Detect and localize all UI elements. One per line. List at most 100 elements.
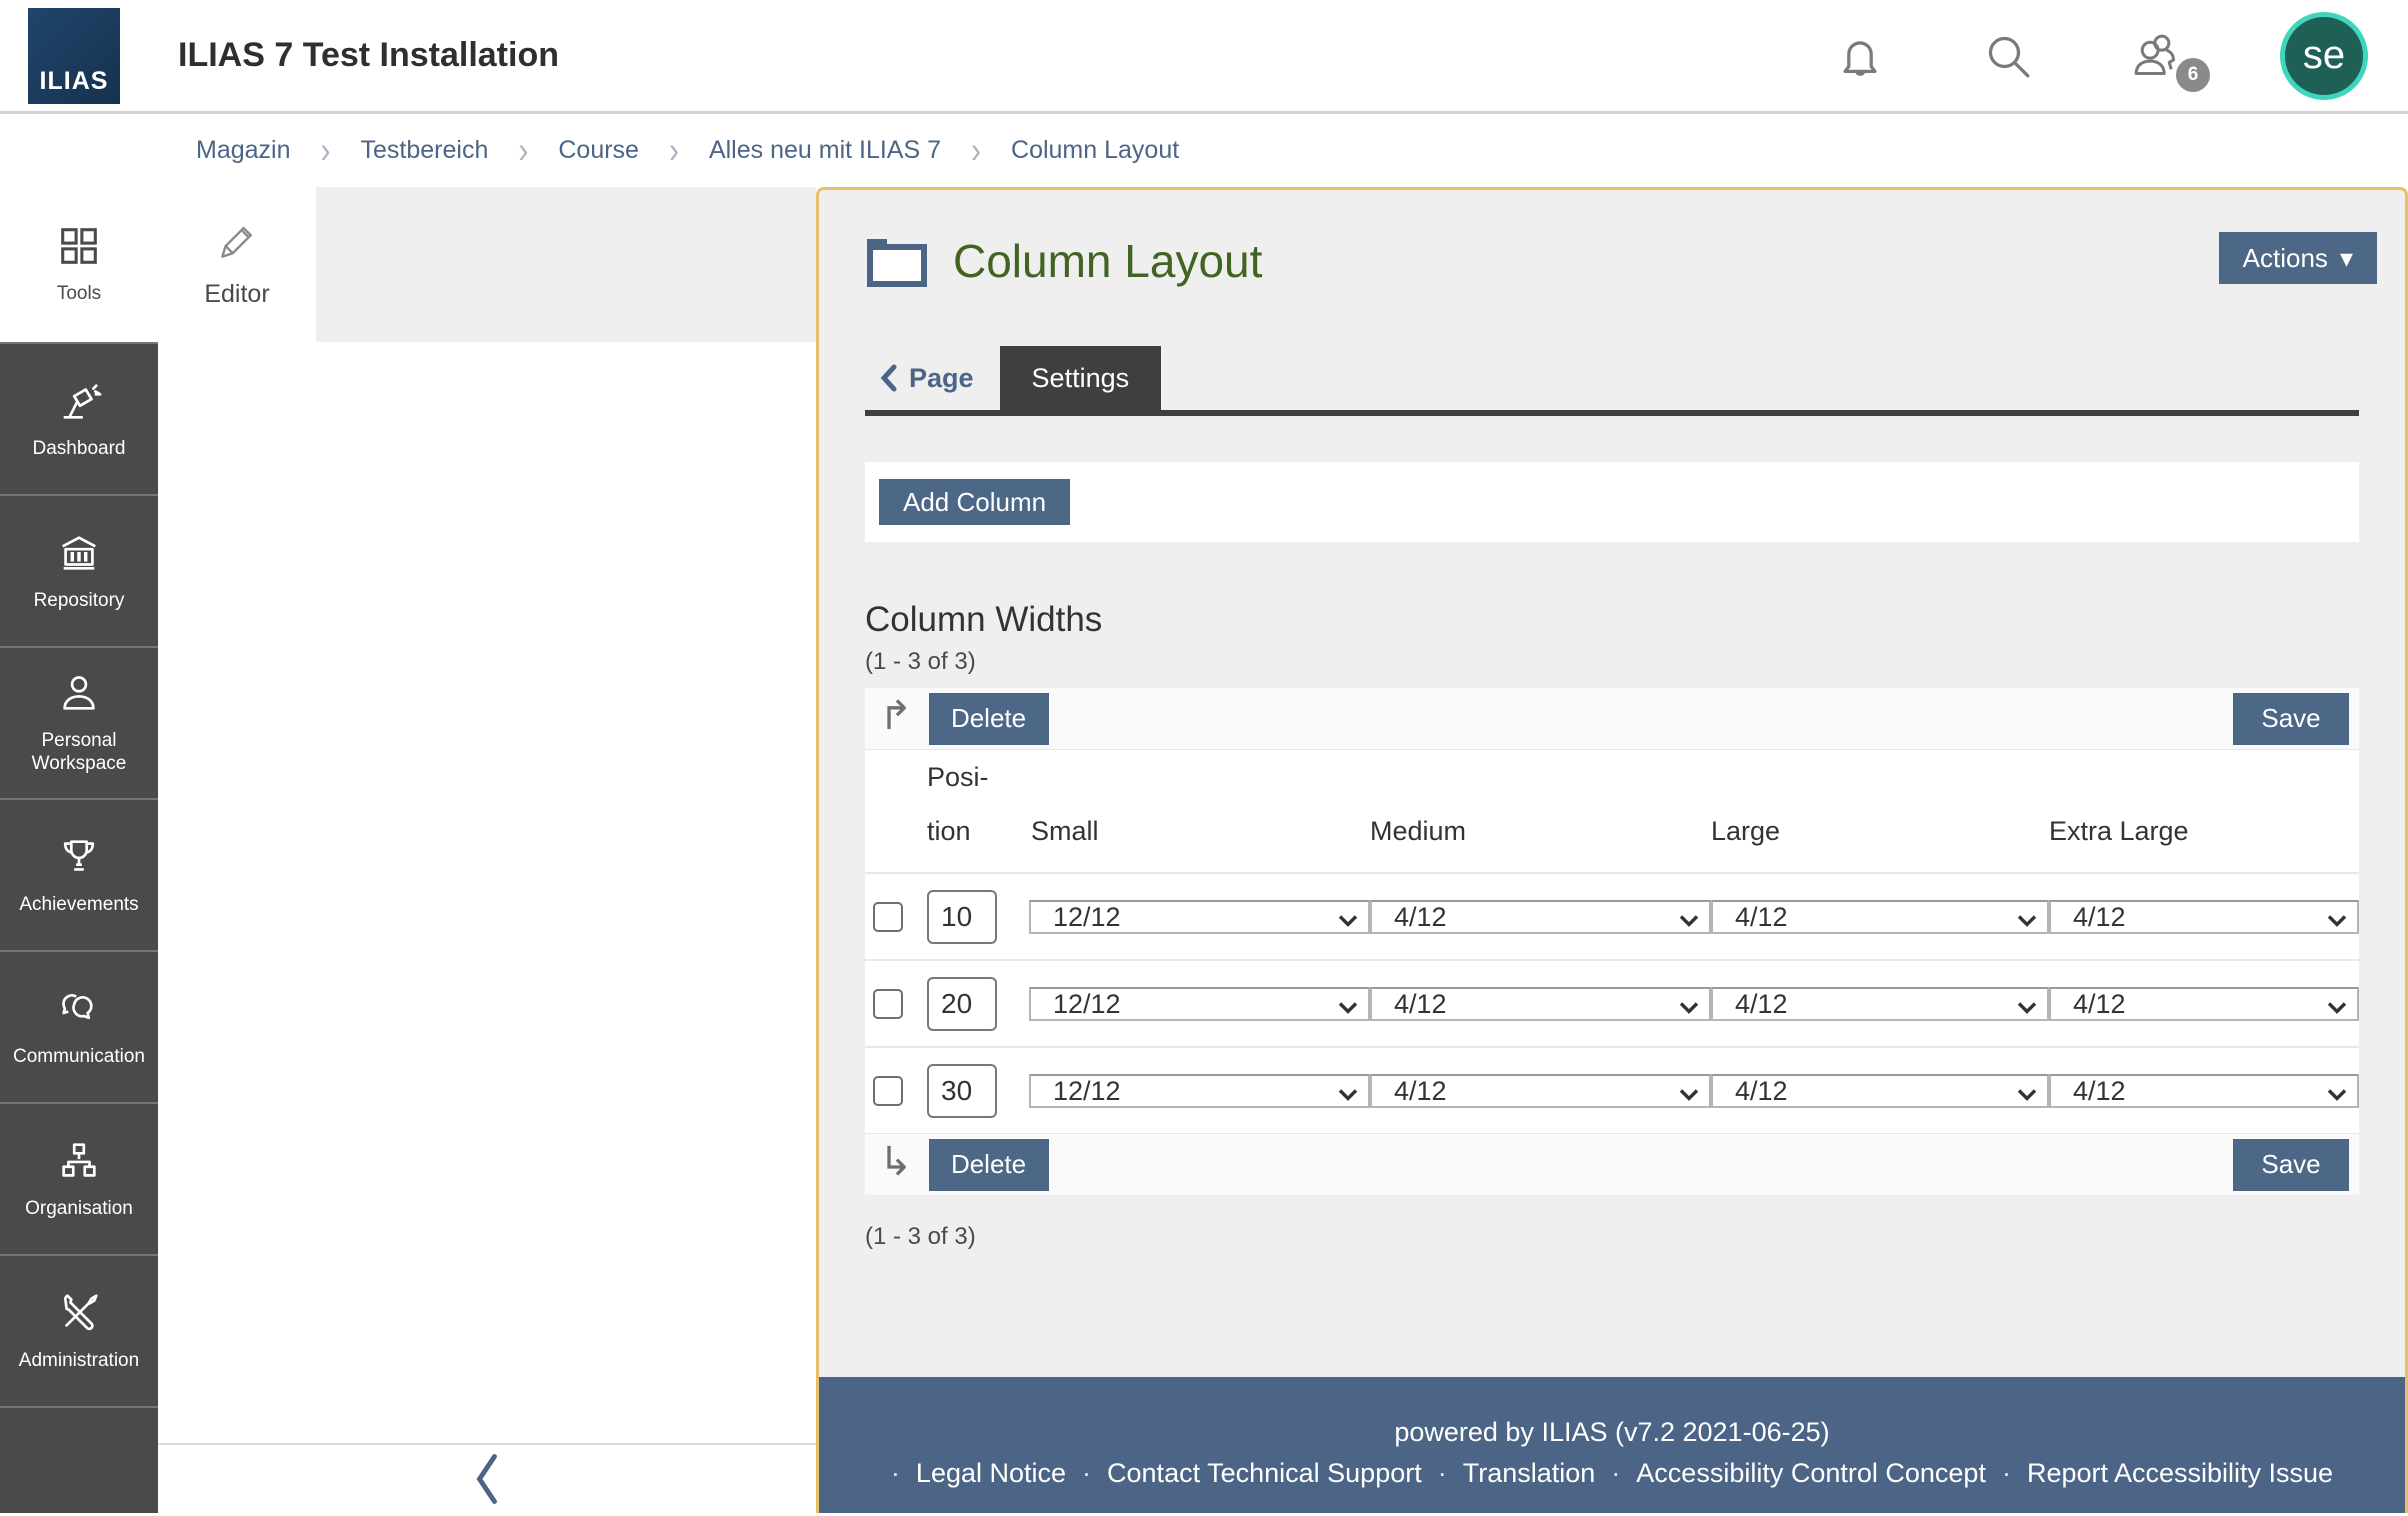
page-footer: powered by ILIAS (v7.2 2021-06-25) · Leg… [819, 1377, 2405, 1513]
column-header-medium: Medium [1370, 804, 1711, 858]
sidebar-item-dashboard[interactable]: Dashboard [0, 342, 158, 494]
header-actions: 6 se [1832, 12, 2368, 100]
chat-bubbles-icon [56, 986, 102, 1032]
tab-settings-label: Settings [1032, 363, 1130, 394]
delete-button-top[interactable]: Delete [929, 693, 1049, 745]
footer-link-translation[interactable]: Translation [1463, 1458, 1596, 1489]
editor-workspace: Editor [158, 187, 816, 1513]
chevron-right-icon: › [669, 129, 679, 172]
avatar-initials: se [2303, 33, 2345, 78]
main-sidebar: Tools Dashboard Repository Personal Work… [0, 187, 158, 1513]
table-row: 12/12 4/12 4/12 4/12 [865, 1046, 2359, 1133]
add-column-section: Add Column [865, 462, 2359, 542]
small-width-select[interactable]: 12/12 [1029, 1074, 1370, 1108]
footer-link-contact-support[interactable]: Contact Technical Support [1107, 1458, 1422, 1489]
sidebar-item-label: Organisation [19, 1198, 139, 1221]
footer-link-accessibility-concept[interactable]: Accessibility Control Concept [1636, 1458, 1986, 1489]
chevron-left-icon [472, 1452, 502, 1506]
breadcrumb: Magazin › Testbereich › Course › Alles n… [0, 114, 2408, 187]
sidebar-item-achievements[interactable]: Achievements [0, 798, 158, 950]
powered-by-text: powered by ILIAS (v7.2 2021-06-25) [819, 1377, 2405, 1448]
sidebar-item-communication[interactable]: Communication [0, 950, 158, 1102]
small-width-select[interactable]: 12/12 [1029, 987, 1370, 1021]
desk-lamp-icon [56, 378, 102, 424]
tab-settings[interactable]: Settings [1000, 346, 1162, 410]
row-checkbox[interactable] [873, 1076, 903, 1106]
user-avatar[interactable]: se [2280, 12, 2368, 100]
sidebar-item-label: Tools [51, 283, 107, 306]
actions-label: Actions [2243, 243, 2328, 274]
arrow-down-right-icon: ↳ [879, 1142, 913, 1182]
medium-width-select[interactable]: 4/12 [1370, 900, 1711, 934]
footer-link-report-accessibility[interactable]: Report Accessibility Issue [2027, 1458, 2333, 1489]
sidebar-item-repository[interactable]: Repository [0, 494, 158, 646]
table-row: 12/12 4/12 4/12 4/12 [865, 872, 2359, 959]
breadcrumb-column-layout[interactable]: Column Layout [1011, 136, 1179, 165]
medium-width-select[interactable]: 4/12 [1370, 987, 1711, 1021]
sidebar-item-label: Repository [28, 590, 131, 613]
collapse-editor-panel-button[interactable] [158, 1443, 816, 1513]
large-width-select[interactable]: 4/12 [1711, 900, 2049, 934]
footer-link-legal-notice[interactable]: Legal Notice [916, 1458, 1066, 1489]
row-checkbox[interactable] [873, 989, 903, 1019]
breadcrumb-alles-neu[interactable]: Alles neu mit ILIAS 7 [709, 136, 941, 165]
extra-large-width-select[interactable]: 4/12 [2049, 987, 2359, 1021]
large-width-select[interactable]: 4/12 [1711, 987, 2049, 1021]
result-range-bottom: (1 - 3 of 3) [865, 1223, 2359, 1251]
editor-tile-label: Editor [204, 280, 269, 309]
table-row: 12/12 4/12 4/12 4/12 [865, 959, 2359, 1046]
page-title-row: Column Layout [865, 234, 2359, 288]
site-title: ILIAS 7 Test Installation [178, 36, 559, 75]
breadcrumb-magazin[interactable]: Magazin [196, 136, 291, 165]
sidebar-item-administration[interactable]: Administration [0, 1254, 158, 1406]
sidebar-item-tools[interactable]: Tools [0, 187, 158, 342]
row-checkbox[interactable] [873, 902, 903, 932]
small-width-select[interactable]: 12/12 [1029, 900, 1370, 934]
extra-large-width-select[interactable]: 4/12 [2049, 900, 2359, 934]
save-button-top[interactable]: Save [2233, 693, 2349, 745]
editor-tool-tile[interactable]: Editor [158, 187, 316, 342]
tab-underline [865, 410, 2359, 416]
breadcrumb-testbereich[interactable]: Testbereich [361, 136, 489, 165]
dot-separator: · [1082, 1458, 1091, 1489]
tab-back-to-page[interactable]: Page [865, 346, 1000, 410]
trophy-icon [56, 834, 102, 880]
sidebar-item-personal-workspace[interactable]: Personal Workspace [0, 646, 158, 798]
chevron-right-icon: › [518, 129, 528, 172]
dot-separator: · [1611, 1458, 1620, 1489]
table-toolbar-bottom: ↳ Delete Save [865, 1133, 2359, 1195]
position-input[interactable] [927, 1064, 997, 1118]
actions-dropdown-button[interactable]: Actions ▾ [2219, 232, 2377, 284]
tab-back-label: Page [909, 363, 974, 394]
pencil-icon [215, 220, 259, 264]
position-input[interactable] [927, 977, 997, 1031]
ilias-logo[interactable]: ILIAS [28, 8, 120, 104]
extra-large-width-select[interactable]: 4/12 [2049, 1074, 2359, 1108]
table-header-row: Posi- tion Small Medium Large Extra Larg… [865, 750, 2359, 872]
column-header-extra-large: Extra Large [2049, 804, 2359, 858]
column-widths-heading: Column Widths [865, 600, 2359, 640]
tab-bar: Page Settings [865, 346, 2359, 410]
panel-content: Column Layout Actions ▾ Page Settings [819, 190, 2405, 1377]
position-input[interactable] [927, 890, 997, 944]
column-layout-object-icon [865, 235, 927, 287]
search-icon[interactable] [1980, 28, 2036, 84]
chevron-left-icon [879, 364, 897, 392]
sidebar-item-label: Administration [13, 1350, 145, 1373]
users-count-badge: 6 [2176, 58, 2210, 92]
delete-button-bottom[interactable]: Delete [929, 1139, 1049, 1191]
online-users-icon[interactable]: 6 [2128, 28, 2184, 84]
page-title: Column Layout [953, 234, 1262, 288]
add-column-button[interactable]: Add Column [879, 479, 1070, 525]
large-width-select[interactable]: 4/12 [1711, 1074, 2049, 1108]
notifications-bell-icon[interactable] [1832, 28, 1888, 84]
chevron-right-icon: › [321, 129, 331, 172]
sidebar-item-organisation[interactable]: Organisation [0, 1102, 158, 1254]
save-button-bottom[interactable]: Save [2233, 1139, 2349, 1191]
content-panel: Column Layout Actions ▾ Page Settings [816, 187, 2408, 1513]
medium-width-select[interactable]: 4/12 [1370, 1074, 1711, 1108]
column-header-position: Posi- tion [927, 750, 1029, 858]
sidebar-item-label: Dashboard [27, 438, 132, 461]
column-widths-table: Posi- tion Small Medium Large Extra Larg… [865, 750, 2359, 1133]
breadcrumb-course[interactable]: Course [558, 136, 639, 165]
